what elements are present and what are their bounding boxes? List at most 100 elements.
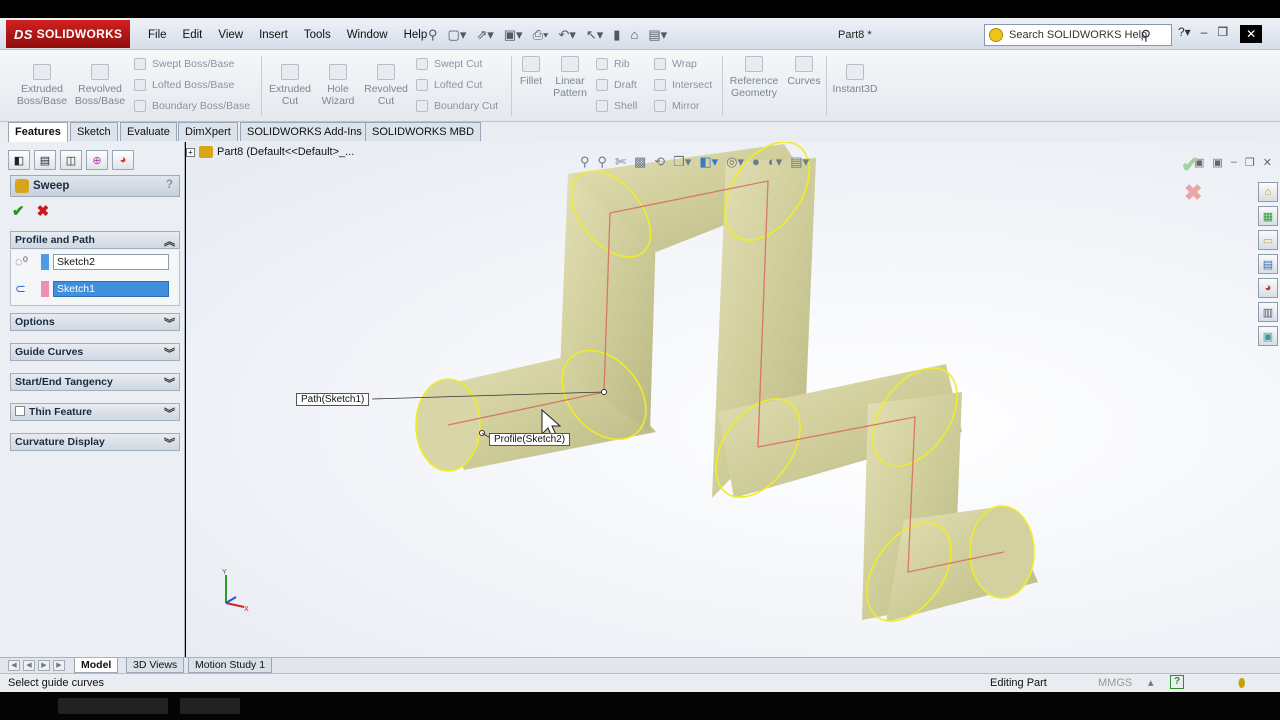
tab-features[interactable]: Features	[8, 122, 68, 142]
tab-motion-study[interactable]: Motion Study 1	[188, 658, 273, 673]
feature-manager-icon[interactable]: ◧	[8, 150, 30, 170]
lofted-boss-button[interactable]: Lofted Boss/Base	[134, 79, 234, 91]
path-callout[interactable]: Path(Sketch1)	[296, 393, 370, 406]
property-manager-icon[interactable]: ▤	[34, 150, 56, 170]
options-group[interactable]: Options ︾	[10, 313, 180, 331]
rebuild-status-icon[interactable]: ⬮	[1238, 676, 1246, 691]
pin-icon[interactable]: ⚲	[428, 27, 438, 43]
section-view-icon[interactable]: ▩	[634, 154, 646, 170]
menu-insert[interactable]: Insert	[251, 27, 296, 43]
expand-down-icon[interactable]: ︾	[164, 405, 175, 421]
instant3d-button[interactable]: Instant3D	[830, 64, 880, 95]
menu-tools[interactable]: Tools	[296, 27, 339, 43]
cancel-x-icon[interactable]: ✖	[37, 202, 50, 220]
expand-down-icon[interactable]: ︾	[164, 435, 175, 451]
units-menu-arrow-icon[interactable]: ▴	[1148, 676, 1154, 689]
undo-icon[interactable]: ↶▾	[558, 27, 575, 43]
thin-feature-checkbox[interactable]	[15, 406, 25, 416]
expand-down-icon[interactable]: ︾	[164, 345, 175, 361]
lofted-cut-button[interactable]: Lofted Cut	[416, 79, 482, 91]
quick-tips-icon[interactable]: ?	[1170, 675, 1184, 689]
tab-evaluate[interactable]: Evaluate	[120, 122, 177, 141]
mirror-button[interactable]: Mirror	[654, 100, 699, 112]
profile-and-path-group[interactable]: Profile and Path ︽	[10, 231, 180, 249]
file-properties-icon[interactable]: ⌂	[630, 27, 638, 43]
fillet-button[interactable]: Fillet	[515, 56, 547, 87]
ok-check-icon[interactable]: ✔	[12, 202, 25, 220]
solidworks-logo[interactable]: DS SOLIDWORKS	[6, 20, 130, 48]
graphics-area[interactable]: + Part8 (Default<<Default>_... Path(Sket…	[186, 142, 1280, 657]
reference-geometry-button[interactable]: Reference Geometry	[726, 56, 782, 99]
view-palette-icon[interactable]: ▤	[1258, 254, 1278, 274]
taskbar-button[interactable]	[58, 698, 168, 714]
hole-wizard-button[interactable]: Hole Wizard	[316, 64, 360, 107]
next-tab-icon[interactable]: ▶	[38, 660, 50, 671]
viewport-restore-icon[interactable]: ❐	[1245, 156, 1255, 169]
revolved-cut-button[interactable]: Revolved Cut	[362, 64, 410, 107]
menu-window[interactable]: Window	[339, 27, 396, 43]
tab-3d-views[interactable]: 3D Views	[126, 658, 185, 673]
confirmation-cancel-icon[interactable]: ✖	[1184, 180, 1202, 206]
profile-selection-box[interactable]: Sketch2	[53, 254, 169, 270]
curvature-display-group[interactable]: Curvature Display ︾	[10, 433, 180, 451]
options-icon[interactable]: ▤▾	[648, 27, 667, 43]
zoom-to-area-icon[interactable]: ⚲	[598, 154, 608, 170]
solidworks-forum-icon[interactable]: ▣	[1258, 326, 1278, 346]
edit-appearance-icon[interactable]: ●	[752, 154, 760, 170]
start-end-tangency-group[interactable]: Start/End Tangency ︾	[10, 373, 180, 391]
tab-model[interactable]: Model	[74, 658, 119, 673]
help-search-box[interactable]: Search SOLIDWORKS Help ⚲	[984, 24, 1172, 46]
view-settings-icon[interactable]: ▤▾	[790, 154, 809, 170]
intersect-button[interactable]: Intersect	[654, 79, 712, 91]
previous-view-icon[interactable]: ✄	[615, 154, 626, 170]
shell-button[interactable]: Shell	[596, 100, 637, 112]
select-icon[interactable]: ↖▾	[586, 27, 603, 43]
tab-mbd[interactable]: SOLIDWORKS MBD	[365, 122, 482, 141]
menu-view[interactable]: View	[210, 27, 251, 43]
linear-pattern-button[interactable]: Linear Pattern	[550, 56, 590, 99]
file-explorer-icon[interactable]: ▭	[1258, 230, 1278, 250]
tab-dimxpert[interactable]: DimXpert	[178, 122, 238, 141]
new-document-icon[interactable]: ▢▾	[448, 27, 467, 43]
expand-down-icon[interactable]: ︾	[164, 315, 175, 331]
taskbar-button[interactable]	[180, 698, 240, 714]
revolved-boss-button[interactable]: Revolved Boss/Base	[74, 64, 126, 107]
extruded-cut-button[interactable]: Extruded Cut	[266, 64, 314, 107]
rebuild-icon[interactable]: ▮	[613, 27, 620, 43]
unit-system[interactable]: MMGS	[1098, 677, 1132, 689]
viewport-minimize-icon[interactable]: –	[1231, 156, 1237, 169]
dimxpert-manager-icon[interactable]: ⊕	[86, 150, 108, 170]
custom-properties-icon[interactable]: ▥	[1258, 302, 1278, 322]
appearances-icon[interactable]: ◕	[1258, 278, 1278, 298]
rib-button[interactable]: Rib	[596, 58, 630, 70]
thin-feature-group[interactable]: Thin Feature ︾	[10, 403, 180, 421]
apply-scene-icon[interactable]: ◐▾	[768, 154, 782, 170]
minimize-icon[interactable]: –	[1201, 25, 1208, 43]
print-icon[interactable]: ⎙▾	[533, 27, 549, 43]
home-icon[interactable]: ⌂	[1258, 182, 1278, 202]
menu-edit[interactable]: Edit	[175, 27, 211, 43]
boundary-boss-button[interactable]: Boundary Boss/Base	[134, 100, 250, 112]
extruded-boss-button[interactable]: Extruded Boss/Base	[16, 64, 68, 107]
guide-curves-group[interactable]: Guide Curves ︾	[10, 343, 180, 361]
wrap-button[interactable]: Wrap	[654, 58, 697, 70]
help-question-icon[interactable]: ?▾	[1178, 25, 1191, 43]
curves-button[interactable]: Curves	[786, 56, 822, 87]
viewport-close-icon[interactable]: ✕	[1263, 156, 1272, 169]
confirmation-ok-icon[interactable]: ✔	[1181, 152, 1199, 178]
configuration-manager-icon[interactable]: ◫	[60, 150, 82, 170]
hide-show-items-icon[interactable]: ◎▾	[726, 154, 744, 170]
profile-callout[interactable]: Profile(Sketch2)	[489, 433, 571, 446]
dynamic-annotation-icon[interactable]: ⟲	[654, 154, 665, 170]
save-icon[interactable]: ▣▾	[504, 27, 523, 43]
zoom-to-fit-icon[interactable]: ⚲	[580, 154, 590, 170]
help-icon[interactable]: ?	[166, 179, 173, 191]
restore-icon[interactable]: ❐	[1217, 25, 1228, 43]
boundary-cut-button[interactable]: Boundary Cut	[416, 100, 498, 112]
display-style-icon[interactable]: ◧▾	[699, 154, 718, 170]
display-manager-icon[interactable]: ◕	[112, 150, 134, 170]
design-library-icon[interactable]: ▦	[1258, 206, 1278, 226]
tab-sketch[interactable]: Sketch	[70, 122, 118, 141]
path-selection-box[interactable]: Sketch1	[53, 281, 169, 297]
prev-tab-icon[interactable]: ◀	[23, 660, 35, 671]
